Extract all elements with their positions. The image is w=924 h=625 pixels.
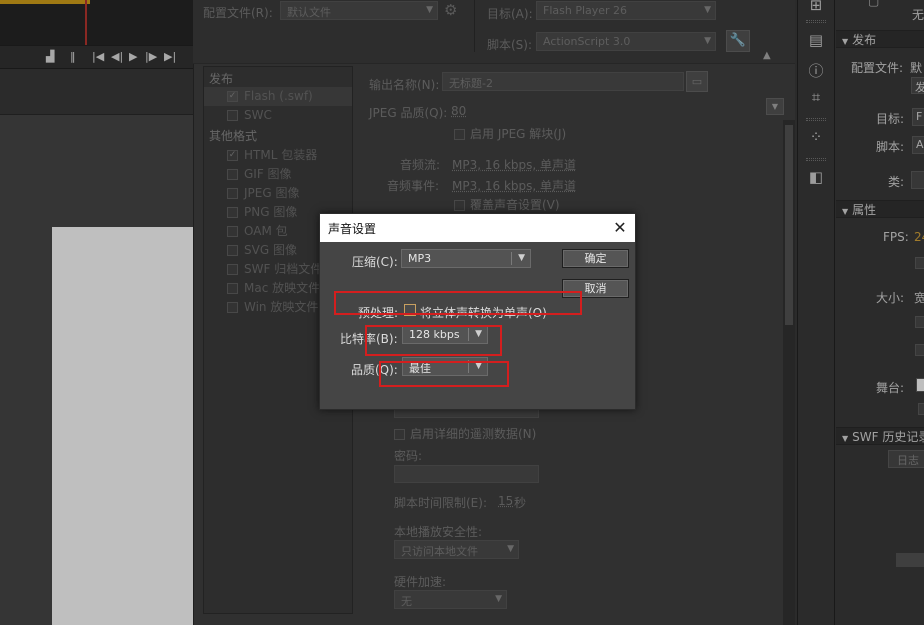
compression-label: 压缩(C): xyxy=(352,255,398,269)
compression-dropdown-value: MP3 xyxy=(408,252,432,265)
annotation-highlight-preprocess xyxy=(334,291,582,315)
dropdown-separator xyxy=(511,252,512,265)
annotation-highlight-bitrate xyxy=(365,325,502,356)
ok-button[interactable]: 确定 xyxy=(562,249,629,268)
compression-dropdown[interactable]: MP3 ▼ xyxy=(401,249,531,268)
chevron-down-icon: ▼ xyxy=(518,253,525,263)
close-icon[interactable]: ✕ xyxy=(606,214,634,242)
annotation-highlight-quality xyxy=(379,361,509,387)
sound-dialog-title: 声音设置 xyxy=(320,214,635,242)
